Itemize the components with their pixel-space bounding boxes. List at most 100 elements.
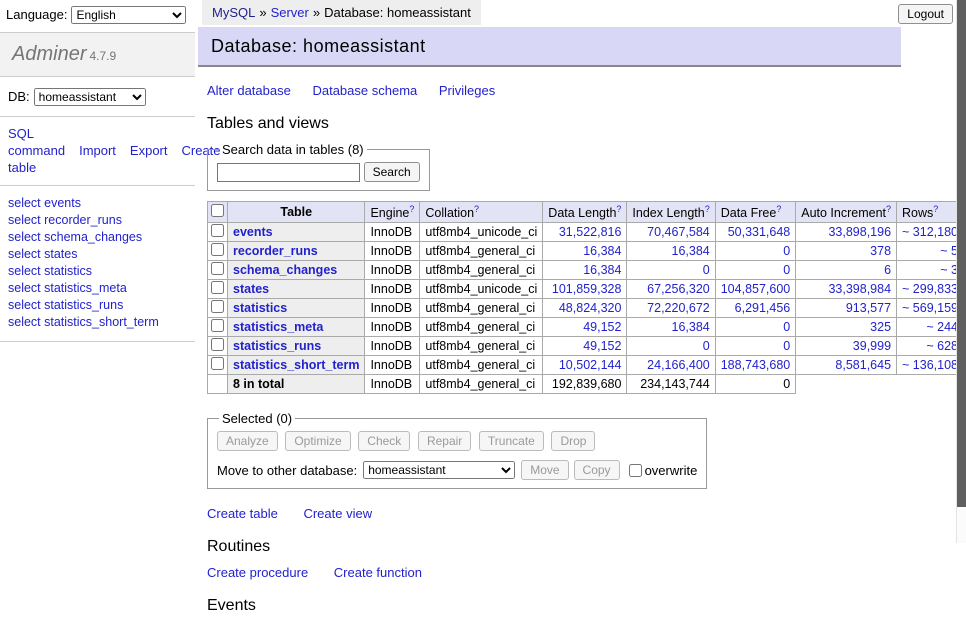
cell-data-free[interactable]: 0 [715, 242, 796, 261]
overwrite-checkbox[interactable] [629, 464, 642, 477]
breadcrumb-mysql-link[interactable]: MySQL [212, 5, 255, 20]
cell-data-length[interactable]: 16,384 [543, 261, 627, 280]
column-header-table[interactable]: Table [228, 202, 365, 223]
create-function-link[interactable]: Create function [334, 565, 422, 580]
column-header-auto-increment[interactable]: Auto Increment? [796, 202, 897, 223]
truncate-button[interactable]: Truncate [479, 431, 544, 451]
cell-index-length[interactable]: 16,384 [627, 242, 715, 261]
cell-rows[interactable]: ~ 3 [897, 261, 964, 280]
cell-rows[interactable]: ~ 244 [897, 318, 964, 337]
cell-index-length[interactable]: 24,166,400 [627, 356, 715, 375]
sidebar-item-select-statistics[interactable]: select statistics [8, 263, 187, 280]
sidebar-item-select-statistics-meta[interactable]: select statistics_meta [8, 280, 187, 297]
select-all-checkbox[interactable] [211, 204, 224, 217]
sidebar-item-export[interactable]: Export [130, 143, 168, 158]
cell-index-length[interactable]: 16,384 [627, 318, 715, 337]
cell-data-length[interactable]: 49,152 [543, 318, 627, 337]
logout-button[interactable]: Logout [898, 4, 953, 24]
sidebar-item-select-statistics-runs[interactable]: select statistics_runs [8, 297, 187, 314]
cell-auto-increment[interactable]: 325 [796, 318, 897, 337]
cell-rows[interactable]: ~ 628 [897, 337, 964, 356]
cell-data-free[interactable]: 104,857,600 [715, 280, 796, 299]
row-checkbox[interactable] [211, 243, 224, 256]
sidebar-item-select-statistics-short-term[interactable]: select statistics_short_term [8, 314, 187, 331]
move-button[interactable]: Move [521, 460, 568, 480]
column-header-data-free[interactable]: Data Free? [715, 202, 796, 223]
search-button[interactable]: Search [364, 162, 420, 182]
table-link-events[interactable]: events [233, 225, 273, 239]
table-link-schema-changes[interactable]: schema_changes [233, 263, 337, 277]
hint-icon[interactable]: ? [616, 204, 621, 214]
cell-data-free[interactable]: 0 [715, 261, 796, 280]
cell-data-free[interactable]: 0 [715, 337, 796, 356]
cell-index-length[interactable]: 67,256,320 [627, 280, 715, 299]
move-database-select[interactable]: homeassistant [363, 461, 515, 479]
cell-data-length[interactable]: 48,824,320 [543, 299, 627, 318]
hint-icon[interactable]: ? [705, 204, 710, 214]
alter-database-link[interactable]: Alter database [207, 83, 291, 98]
column-header-collation[interactable]: Collation? [420, 202, 543, 223]
table-link-statistics[interactable]: statistics [233, 301, 287, 315]
create-table-link[interactable]: Create table [207, 506, 278, 521]
table-link-statistics-runs[interactable]: statistics_runs [233, 339, 321, 353]
column-header-data-length[interactable]: Data Length? [543, 202, 627, 223]
cell-rows[interactable]: ~ 136,108 [897, 356, 964, 375]
cell-data-free[interactable]: 6,291,456 [715, 299, 796, 318]
language-select[interactable]: English [71, 6, 186, 24]
scrollbar-thumb[interactable] [957, 0, 966, 507]
cell-rows[interactable]: ~ 569,159 [897, 299, 964, 318]
sidebar-item-select-schema-changes[interactable]: select schema_changes [8, 229, 187, 246]
sidebar-item-select-states[interactable]: select states [8, 246, 187, 263]
hint-icon[interactable]: ? [933, 204, 938, 214]
cell-auto-increment[interactable]: 8,581,645 [796, 356, 897, 375]
cell-index-length[interactable]: 70,467,584 [627, 223, 715, 242]
analyze-button[interactable]: Analyze [217, 431, 278, 451]
row-checkbox[interactable] [211, 319, 224, 332]
copy-button[interactable]: Copy [574, 460, 620, 480]
row-checkbox[interactable] [211, 300, 224, 313]
row-checkbox[interactable] [211, 281, 224, 294]
cell-index-length[interactable]: 0 [627, 261, 715, 280]
check-button[interactable]: Check [358, 431, 410, 451]
table-link-statistics-short-term[interactable]: statistics_short_term [233, 358, 359, 372]
cell-rows[interactable]: ~ 299,833 [897, 280, 964, 299]
cell-data-length[interactable]: 49,152 [543, 337, 627, 356]
cell-data-length[interactable]: 101,859,328 [543, 280, 627, 299]
cell-data-free[interactable]: 50,331,648 [715, 223, 796, 242]
cell-auto-increment[interactable]: 33,398,984 [796, 280, 897, 299]
cell-data-free[interactable]: 188,743,680 [715, 356, 796, 375]
sidebar-item-select-events[interactable]: select events [8, 195, 187, 212]
cell-auto-increment[interactable]: 913,577 [796, 299, 897, 318]
column-header-engine[interactable]: Engine? [365, 202, 420, 223]
hint-icon[interactable]: ? [474, 204, 479, 214]
optimize-button[interactable]: Optimize [285, 431, 350, 451]
cell-index-length[interactable]: 0 [627, 337, 715, 356]
hint-icon[interactable]: ? [776, 204, 781, 214]
breadcrumb-server-link[interactable]: Server [271, 5, 309, 20]
privileges-link[interactable]: Privileges [439, 83, 495, 98]
cell-data-free[interactable]: 0 [715, 318, 796, 337]
row-checkbox[interactable] [211, 262, 224, 275]
cell-index-length[interactable]: 72,220,672 [627, 299, 715, 318]
hint-icon[interactable]: ? [409, 204, 414, 214]
sidebar-item-select-recorder-runs[interactable]: select recorder_runs [8, 212, 187, 229]
cell-auto-increment[interactable]: 6 [796, 261, 897, 280]
search-input[interactable] [217, 163, 360, 182]
column-header-rows[interactable]: Rows? [897, 202, 964, 223]
vertical-scrollbar[interactable] [956, 0, 966, 543]
row-checkbox[interactable] [211, 338, 224, 351]
cell-data-length[interactable]: 16,384 [543, 242, 627, 261]
cell-data-length[interactable]: 10,502,144 [543, 356, 627, 375]
table-link-statistics-meta[interactable]: statistics_meta [233, 320, 323, 334]
database-schema-link[interactable]: Database schema [312, 83, 417, 98]
cell-auto-increment[interactable]: 33,898,196 [796, 223, 897, 242]
column-header-index-length[interactable]: Index Length? [627, 202, 715, 223]
drop-button[interactable]: Drop [551, 431, 595, 451]
cell-data-length[interactable]: 31,522,816 [543, 223, 627, 242]
cell-rows[interactable]: ~ 312,180 [897, 223, 964, 242]
repair-button[interactable]: Repair [418, 431, 471, 451]
create-procedure-link[interactable]: Create procedure [207, 565, 308, 580]
cell-auto-increment[interactable]: 39,999 [796, 337, 897, 356]
create-view-link[interactable]: Create view [303, 506, 372, 521]
row-checkbox[interactable] [211, 224, 224, 237]
